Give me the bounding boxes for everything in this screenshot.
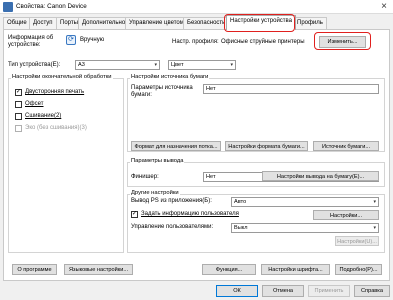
- staple-checkbox[interactable]: [15, 113, 22, 120]
- change-button-highlight-ring: [314, 32, 371, 50]
- close-icon[interactable]: ×: [381, 1, 387, 12]
- cancel-button[interactable]: Отмена: [262, 285, 304, 297]
- apply-button: Применить: [308, 285, 350, 297]
- manual-label[interactable]: Вручную: [80, 37, 104, 43]
- tab-strip: Общие Доступ Порты Дополнительно Управле…: [0, 15, 393, 30]
- tab-sharing[interactable]: Доступ: [29, 17, 57, 29]
- about-button[interactable]: О программе: [12, 264, 57, 275]
- tab-color-management[interactable]: Управление цветом: [125, 17, 188, 29]
- ok-button[interactable]: ОК: [216, 285, 258, 297]
- paper-source-button[interactable]: Источник бумаги...: [313, 141, 379, 151]
- language-settings-button[interactable]: Языковые настройки...: [64, 264, 133, 275]
- chevron-down-icon: ▾: [373, 225, 376, 231]
- finisher-label: Финишер:: [131, 174, 159, 180]
- refresh-icon[interactable]: ⟳: [66, 35, 76, 45]
- ps-output-select[interactable]: Авто ▾: [231, 197, 379, 207]
- tab-general[interactable]: Общие: [3, 17, 31, 29]
- profile-label: Настр. профиля:: [172, 39, 219, 45]
- ps-output-value: Авто: [234, 199, 247, 205]
- color-mode-select[interactable]: Цвет ▾: [168, 60, 236, 70]
- device-info-label: Информация об устройстве:: [8, 35, 54, 48]
- staple-label: Сшивание(2): [25, 113, 62, 119]
- ps-output-label: Вывод PS из приложения(Б):: [131, 198, 212, 204]
- help-button[interactable]: Справка: [354, 285, 390, 297]
- color-mode-value: Цвет: [171, 62, 184, 68]
- printer-app-icon: [3, 2, 13, 12]
- paper-source-label: Параметры источника бумаги:: [131, 85, 193, 98]
- user-management-settings-button: Настройки(U)...: [335, 236, 379, 246]
- offset-label: Офсет: [25, 101, 44, 107]
- function-button[interactable]: Функция...: [202, 264, 256, 275]
- paper-format-button[interactable]: Настройки формата бумаги...: [225, 141, 308, 151]
- advanced-details-button[interactable]: Подробно(Р)...: [335, 264, 382, 275]
- chevron-down-icon: ▾: [230, 62, 233, 68]
- device-type-label: Тип устройства(Е):: [8, 62, 61, 68]
- output-group-title: Параметры вывода: [130, 158, 185, 164]
- paper-source-group-title: Настройки источника бумаги: [130, 74, 210, 80]
- paper-source-field[interactable]: Нет: [203, 84, 379, 94]
- window-title: Свойства: Canon Device: [16, 3, 87, 10]
- duplex-label: Двусторонняя печать: [25, 89, 85, 95]
- tab-profile[interactable]: Профиль: [293, 17, 327, 29]
- profile-value: Офисные струйные принтеры: [221, 39, 305, 45]
- device-type-value: A3: [78, 62, 85, 68]
- tab-security[interactable]: Безопасность: [183, 17, 230, 29]
- eco-checkbox: [15, 125, 22, 132]
- user-management-select[interactable]: Выкл ▾: [231, 223, 379, 233]
- tab-highlight-ring: [224, 14, 295, 32]
- eco-label: Эко (без сшивания)(3): [25, 125, 87, 131]
- format-for-feed-button[interactable]: Формат для назначения потка...: [131, 141, 221, 151]
- title-bar: Свойства: Canon Device ×: [0, 0, 393, 14]
- font-settings-button[interactable]: Настройки шрифта...: [261, 264, 330, 275]
- tab-advanced[interactable]: Дополнительно: [78, 17, 130, 29]
- finishing-group-title: Настройки окончательной обработки: [11, 74, 113, 80]
- offset-checkbox[interactable]: [15, 101, 22, 108]
- chevron-down-icon: ▾: [154, 62, 157, 68]
- user-info-settings-button[interactable]: Настройки...: [313, 210, 379, 220]
- user-management-label: Управление пользователями:: [131, 224, 214, 230]
- device-type-select[interactable]: A3 ▾: [75, 60, 160, 70]
- output-paper-settings-button[interactable]: Настройки вывода на бумагу(Е)...: [262, 171, 379, 181]
- set-user-info-label: Задать информацию пользователя: [141, 211, 239, 217]
- set-user-info-checkbox[interactable]: ✓: [131, 211, 138, 218]
- duplex-checkbox[interactable]: ✓: [15, 89, 22, 96]
- chevron-down-icon: ▾: [373, 199, 376, 205]
- other-settings-group-title: Другие настройки: [130, 190, 180, 196]
- user-management-value: Выкл: [234, 225, 248, 231]
